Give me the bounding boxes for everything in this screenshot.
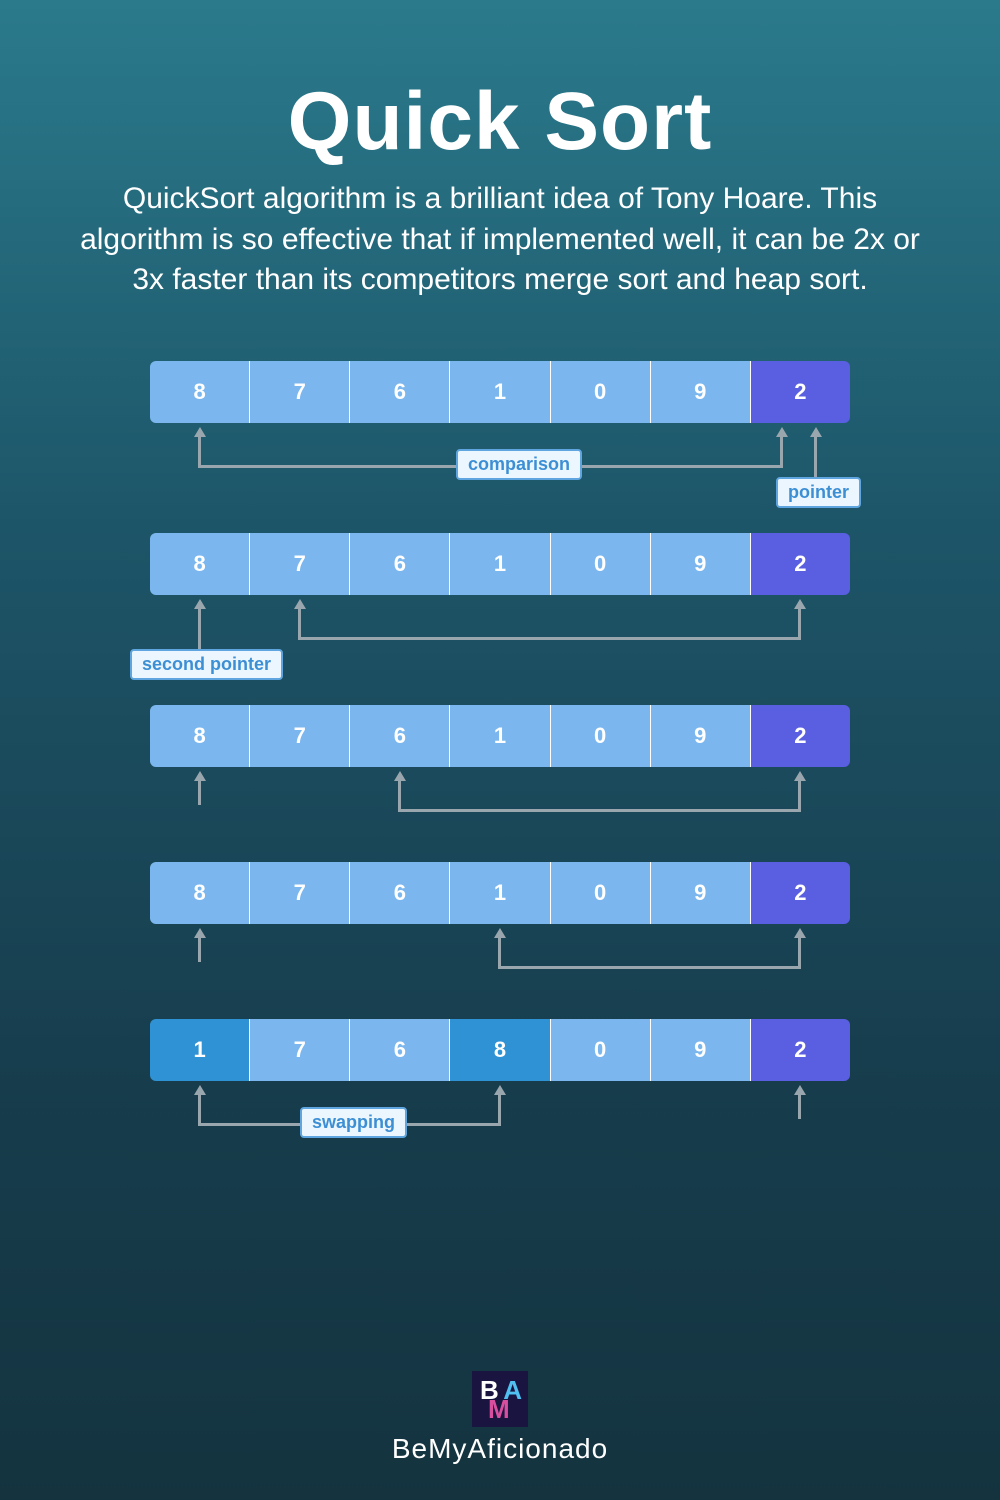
- arrow-icon: [810, 427, 822, 437]
- array-cell: 1: [450, 533, 550, 595]
- array-cell: 6: [350, 533, 450, 595]
- connector-line: [298, 637, 801, 640]
- arrow-stem: [198, 609, 201, 651]
- array-cell: 9: [651, 361, 751, 423]
- connector-line: [398, 809, 801, 812]
- step-2: 8 7 6 1 0 9 2 second pointer: [150, 533, 850, 595]
- array-cell: 9: [651, 1019, 751, 1081]
- page-container: Quick Sort QuickSort algorithm is a bril…: [0, 0, 1000, 1081]
- arrow-stem: [398, 781, 401, 811]
- label-comparison: comparison: [456, 449, 582, 480]
- array-cell: 7: [250, 1019, 350, 1081]
- connector-line: [498, 966, 801, 969]
- label-second-pointer: second pointer: [130, 649, 283, 680]
- array-cell: 0: [551, 862, 651, 924]
- array-cell: 8: [150, 533, 250, 595]
- array-cell: 6: [350, 1019, 450, 1081]
- array-cell: 6: [350, 705, 450, 767]
- arrow-icon: [776, 427, 788, 437]
- array-cell: 0: [551, 361, 651, 423]
- arrow-icon: [494, 928, 506, 938]
- arrow-icon: [794, 771, 806, 781]
- brand-name: BeMyAficionado: [0, 1433, 1000, 1465]
- brand-logo: B A M: [472, 1371, 528, 1427]
- arrow-icon: [194, 599, 206, 609]
- arrow-stem: [498, 1095, 501, 1125]
- step-1: 8 7 6 1 0 9 2 comparison pointer: [150, 361, 850, 423]
- footer: B A M BeMyAficionado: [0, 1371, 1000, 1465]
- array-cell-pivot: 2: [751, 361, 850, 423]
- array-cell: 1: [450, 862, 550, 924]
- arrow-icon: [194, 427, 206, 437]
- arrow-stem: [298, 609, 301, 639]
- array-cell-swap: 8: [450, 1019, 550, 1081]
- arrow-icon: [194, 1085, 206, 1095]
- step-4: 8 7 6 1 0 9 2: [150, 862, 850, 924]
- arrow-stem: [198, 1095, 201, 1125]
- array-cell: 9: [651, 533, 751, 595]
- array-cell: 8: [150, 361, 250, 423]
- arrow-icon: [794, 599, 806, 609]
- arrow-icon: [194, 928, 206, 938]
- array-cell: 0: [551, 533, 651, 595]
- array-cell-swap: 1: [150, 1019, 250, 1081]
- array-cell: 8: [150, 705, 250, 767]
- array-cell: 1: [450, 705, 550, 767]
- array-cell: 1: [450, 361, 550, 423]
- array-row: 8 7 6 1 0 9 2: [150, 705, 850, 767]
- arrow-stem: [198, 781, 201, 805]
- arrow-stem: [798, 1095, 801, 1119]
- array-cell-pivot: 2: [751, 705, 850, 767]
- label-pointer: pointer: [776, 477, 861, 508]
- arrow-stem: [814, 437, 817, 479]
- arrow-stem: [780, 437, 783, 467]
- arrow-stem: [198, 938, 201, 962]
- arrow-icon: [194, 771, 206, 781]
- arrow-stem: [798, 781, 801, 811]
- array-row: 8 7 6 1 0 9 2: [150, 361, 850, 423]
- array-cell: 6: [350, 361, 450, 423]
- description: QuickSort algorithm is a brilliant idea …: [70, 179, 930, 301]
- array-cell: 0: [551, 705, 651, 767]
- array-cell: 9: [651, 862, 751, 924]
- array-cell-pivot: 2: [751, 1019, 850, 1081]
- arrow-icon: [794, 1085, 806, 1095]
- array-cell: 9: [651, 705, 751, 767]
- array-cell-pivot: 2: [751, 533, 850, 595]
- arrow-icon: [394, 771, 406, 781]
- step-3: 8 7 6 1 0 9 2: [150, 705, 850, 767]
- array-cell: 7: [250, 533, 350, 595]
- logo-letter-m: M: [488, 1394, 510, 1425]
- array-row: 1 7 6 8 0 9 2: [150, 1019, 850, 1081]
- array-cell: 7: [250, 361, 350, 423]
- arrow-icon: [494, 1085, 506, 1095]
- step-5: 1 7 6 8 0 9 2 swapping: [150, 1019, 850, 1081]
- array-cell-pivot: 2: [751, 862, 850, 924]
- label-swapping: swapping: [300, 1107, 407, 1138]
- arrow-icon: [794, 928, 806, 938]
- array-cell: 7: [250, 862, 350, 924]
- arrow-stem: [798, 938, 801, 968]
- array-cell: 6: [350, 862, 450, 924]
- arrow-icon: [294, 599, 306, 609]
- arrow-stem: [498, 938, 501, 968]
- page-title: Quick Sort: [70, 75, 930, 169]
- arrow-stem: [198, 437, 201, 467]
- array-cell: 8: [150, 862, 250, 924]
- array-cell: 7: [250, 705, 350, 767]
- arrow-stem: [798, 609, 801, 639]
- array-row: 8 7 6 1 0 9 2: [150, 533, 850, 595]
- array-cell: 0: [551, 1019, 651, 1081]
- array-row: 8 7 6 1 0 9 2: [150, 862, 850, 924]
